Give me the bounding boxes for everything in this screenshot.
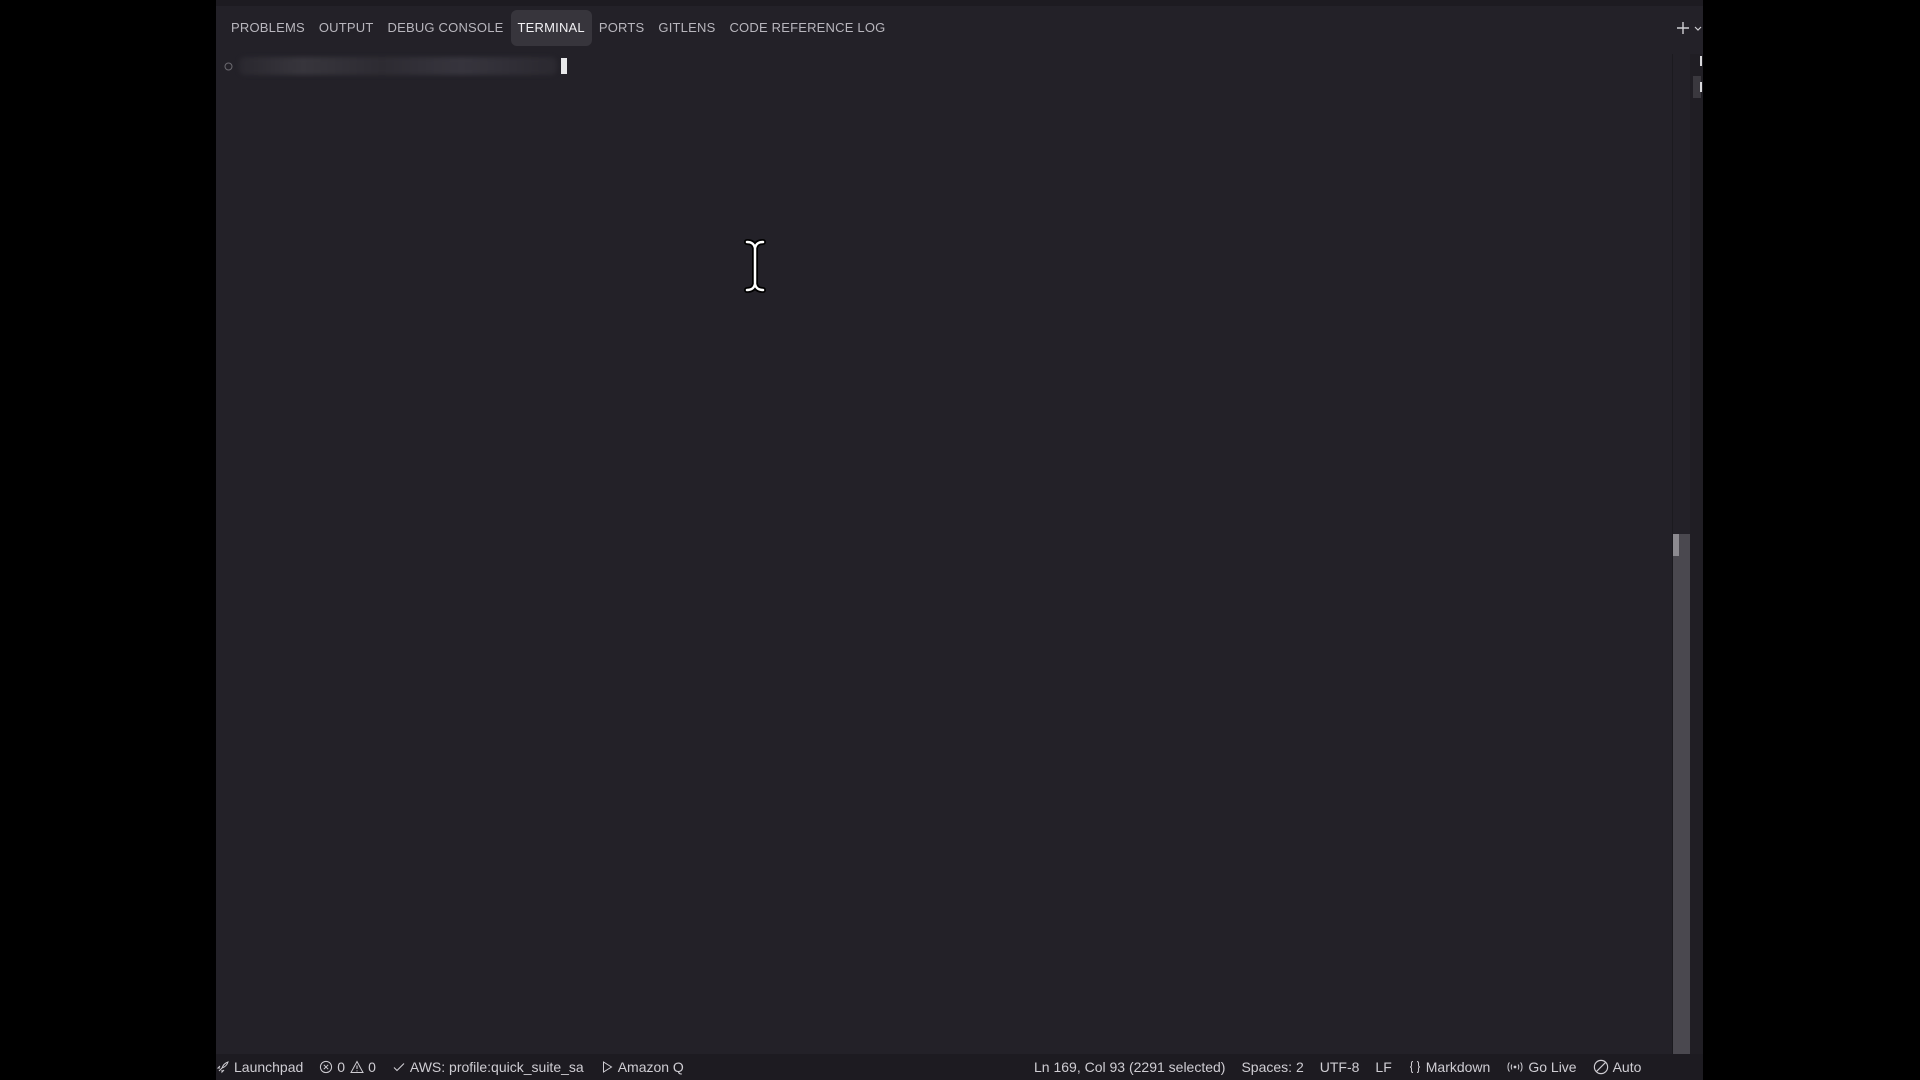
- chevron-down-icon[interactable]: [1693, 20, 1703, 36]
- auto-label: Auto: [1612, 1059, 1642, 1075]
- eol-label: LF: [1375, 1059, 1392, 1075]
- launchpad-status[interactable]: Launchpad: [216, 1054, 311, 1080]
- encoding-status[interactable]: UTF-8: [1312, 1054, 1368, 1080]
- amazon-q-status[interactable]: Amazon Q: [592, 1054, 692, 1080]
- launchpad-label: Launchpad: [234, 1059, 304, 1075]
- aws-profile-label: AWS: profile:quick_suite_sa: [409, 1059, 584, 1075]
- indentation-label: Spaces: 2: [1241, 1059, 1304, 1075]
- tab-terminal[interactable]: TERMINAL: [510, 10, 592, 46]
- terminal-prompt-line: [224, 56, 567, 76]
- terminal-area[interactable]: [216, 48, 1672, 1054]
- plus-icon[interactable]: [1675, 20, 1691, 36]
- check-icon: [393, 1063, 405, 1072]
- braces-icon: [1409, 1061, 1420, 1073]
- status-bar-left: Launchpad 0 0 AWS: profile:quick_suite_s…: [216, 1054, 692, 1080]
- panel-actions: [1675, 10, 1703, 46]
- tab-problems[interactable]: PROBLEMS: [224, 10, 312, 46]
- warning-count: 0: [368, 1059, 376, 1075]
- rocket-icon: [216, 1061, 229, 1074]
- tab-output[interactable]: OUTPUT: [312, 10, 381, 46]
- title-strip: [216, 0, 1703, 6]
- cursor-position-status[interactable]: Ln 169, Col 93 (2291 selected): [1026, 1054, 1233, 1080]
- scrollbar-position-marker: [1673, 534, 1679, 556]
- tab-code-reference-log[interactable]: CODE REFERENCE LOG: [722, 10, 892, 46]
- terminal-tabs-gutter: [1690, 54, 1703, 1054]
- tab-debug-console[interactable]: DEBUG CONSOLE: [381, 10, 511, 46]
- blurred-prompt-text: [239, 57, 557, 75]
- status-bar-right: Ln 169, Col 93 (2291 selected) Spaces: 2…: [1026, 1054, 1703, 1080]
- status-bar: Launchpad 0 0 AWS: profile:quick_suite_s…: [216, 1054, 1703, 1080]
- error-count: 0: [337, 1059, 346, 1075]
- terminal-scrollbar-thumb[interactable]: [1673, 534, 1690, 1054]
- tab-gitlens[interactable]: GITLENS: [651, 10, 722, 46]
- cursor-position-label: Ln 169, Col 93 (2291 selected): [1034, 1059, 1226, 1075]
- warning-icon: [350, 1060, 364, 1073]
- problems-status[interactable]: 0 0: [311, 1054, 384, 1080]
- prohibited-icon: [1593, 1059, 1608, 1075]
- go-live-status[interactable]: Go Live: [1498, 1054, 1584, 1080]
- vscode-panel-window: PROBLEMS OUTPUT DEBUG CONSOLE TERMINAL P…: [216, 0, 1703, 1080]
- amazon-q-label: Amazon Q: [617, 1059, 684, 1075]
- aws-profile-status[interactable]: AWS: profile:quick_suite_sa: [384, 1054, 592, 1080]
- language-mode-label: Markdown: [1425, 1059, 1491, 1075]
- eol-status[interactable]: LF: [1367, 1054, 1399, 1080]
- broadcast-icon: [1507, 1062, 1523, 1072]
- panel-tabbar: PROBLEMS OUTPUT DEBUG CONSOLE TERMINAL P…: [216, 10, 1703, 46]
- circle-icon: [224, 62, 233, 70]
- terminal-cursor: [561, 58, 567, 74]
- encoding-label: UTF-8: [1319, 1059, 1360, 1075]
- error-icon: [320, 1060, 333, 1074]
- go-live-label: Go Live: [1528, 1059, 1577, 1075]
- auto-status[interactable]: Auto: [1585, 1054, 1650, 1080]
- indentation-status[interactable]: Spaces: 2: [1233, 1054, 1311, 1080]
- play-icon: [602, 1061, 613, 1073]
- text-cursor-icon: [744, 239, 766, 293]
- gutter-tick: [1700, 82, 1702, 92]
- tab-ports[interactable]: PORTS: [592, 10, 652, 46]
- language-mode-status[interactable]: Markdown: [1400, 1054, 1499, 1080]
- gutter-tick: [1700, 56, 1702, 66]
